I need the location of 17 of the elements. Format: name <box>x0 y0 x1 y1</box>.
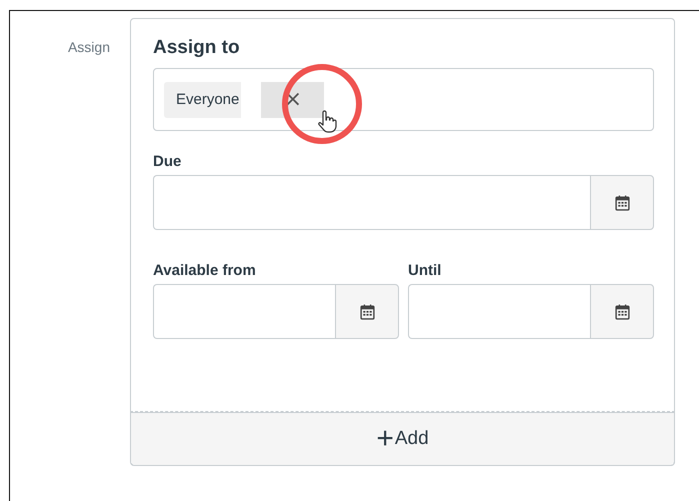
field-label: Until <box>408 262 442 279</box>
calendar-button[interactable] <box>335 284 399 339</box>
add-button[interactable]: +Add <box>131 412 674 465</box>
calendar-icon <box>360 304 374 320</box>
field-label: Due <box>153 153 182 170</box>
tag-chip: Everyone <box>164 82 242 118</box>
field-label: Assign to <box>153 37 240 59</box>
field-label: Available from <box>153 262 256 279</box>
calendar-icon <box>614 194 630 210</box>
calendar-button[interactable] <box>590 284 654 339</box>
section-label: Assign <box>68 39 110 55</box>
hand-cursor-icon <box>317 110 337 134</box>
date-field[interactable] <box>408 284 590 339</box>
calendar-button[interactable] <box>590 175 654 230</box>
date-field[interactable] <box>153 175 590 230</box>
date-field[interactable] <box>153 284 335 339</box>
calendar-icon <box>614 304 630 320</box>
